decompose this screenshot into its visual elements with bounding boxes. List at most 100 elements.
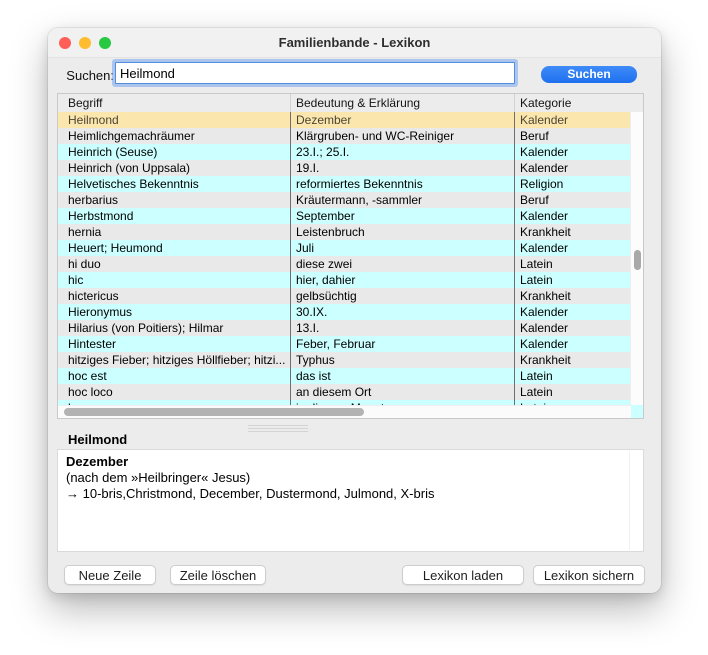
scrollbar-corner [631,405,643,418]
cell-kategorie: Krankheit [515,224,631,240]
column-header-bedeutung[interactable]: Bedeutung & Erklärung [291,94,515,112]
splitter-handle[interactable] [248,425,308,434]
cell-begriff: Heinrich (von Uppsala) [58,160,291,176]
table-row[interactable]: HeimlichgemachräumerKlärgruben- und WC-R… [58,128,631,144]
cell-bedeutung: Juli [291,240,515,256]
cell-bedeutung: 23.I.; 25.I. [291,144,515,160]
table-body: HeilmondDezemberKalenderHeimlichgemachrä… [58,112,643,418]
new-row-button[interactable]: Neue Zeile [64,565,156,585]
detail-textarea[interactable]: Dezember(nach dem »Heilbringer« Jesus)→ … [57,449,644,552]
cell-bedeutung: September [291,208,515,224]
table-row[interactable]: hi duodiese zweiLatein [58,256,631,272]
cell-begriff: Heilmond [58,112,291,128]
cell-bedeutung: diese zwei [291,256,515,272]
horizontal-scrollbar[interactable] [58,405,631,418]
cell-bedeutung: 19.I. [291,160,515,176]
cell-bedeutung: hier, dahier [291,272,515,288]
detail-line: → 10-bris,Christmond, December, Dustermo… [66,486,635,502]
cell-kategorie: Krankheit [515,288,631,304]
cell-begriff: Helvetisches Bekenntnis [58,176,291,192]
vertical-scrollbar[interactable] [630,112,643,418]
titlebar[interactable]: Familienbande - Lexikon [48,28,661,58]
lexicon-table: Begriff Bedeutung & Erklärung Kategorie … [57,93,644,419]
cell-kategorie: Kalender [515,240,631,256]
cell-bedeutung: Feber, Februar [291,336,515,352]
cell-kategorie: Kalender [515,144,631,160]
table-row[interactable]: HintesterFeber, FebruarKalender [58,336,631,352]
traffic-lights [59,37,111,49]
zoom-button[interactable] [99,37,111,49]
save-lexicon-button[interactable]: Lexikon sichern [533,565,645,585]
minimize-button[interactable] [79,37,91,49]
cell-bedeutung: das ist [291,368,515,384]
cell-bedeutung: Dezember [291,112,515,128]
cell-kategorie: Beruf [515,192,631,208]
table-row[interactable]: hoc estdas istLatein [58,368,631,384]
cell-kategorie: Religion [515,176,631,192]
cell-begriff: Heuert; Heumond [58,240,291,256]
table-row[interactable]: hoc locoan diesem OrtLatein [58,384,631,400]
table-row[interactable]: Heinrich (von Uppsala)19.I.Kalender [58,160,631,176]
cell-bedeutung: 30.IX. [291,304,515,320]
column-header-kategorie[interactable]: Kategorie [515,94,631,112]
cell-kategorie: Kalender [515,304,631,320]
cell-bedeutung: an diesem Ort [291,384,515,400]
vertical-scrollbar-thumb[interactable] [634,250,641,270]
table-row[interactable]: herniaLeistenbruchKrankheit [58,224,631,240]
close-button[interactable] [59,37,71,49]
cell-bedeutung: Typhus [291,352,515,368]
cell-begriff: Heinrich (Seuse) [58,144,291,160]
cell-kategorie: Kalender [515,160,631,176]
table-row[interactable]: Hieronymus30.IX.Kalender [58,304,631,320]
cell-kategorie: Kalender [515,320,631,336]
cell-kategorie: Latein [515,368,631,384]
table-row[interactable]: herbariusKräutermann, -sammlerBeruf [58,192,631,208]
cell-begriff: Heimlichgemachräumer [58,128,291,144]
cell-bedeutung: 13.I. [291,320,515,336]
cell-begriff: Hintester [58,336,291,352]
column-header-begriff[interactable]: Begriff [58,94,291,112]
detail-scrollbar-track [629,451,630,550]
load-lexicon-button[interactable]: Lexikon laden [402,565,524,585]
cell-kategorie: Latein [515,272,631,288]
table-row[interactable]: hichier, dahierLatein [58,272,631,288]
table-row[interactable]: Heuert; HeumondJuliKalender [58,240,631,256]
cell-kategorie: Kalender [515,336,631,352]
cell-bedeutung: Leistenbruch [291,224,515,240]
horizontal-scrollbar-thumb[interactable] [64,408,364,416]
detail-line: Dezember [66,454,635,470]
cell-bedeutung: reformiertes Bekenntnis [291,176,515,192]
cell-kategorie: Kalender [515,112,631,128]
delete-row-button[interactable]: Zeile löschen [170,565,266,585]
cell-begriff: hitziges Fieber; hitziges Höllfieber; hi… [58,352,291,368]
app-window: Familienbande - Lexikon Suchen: Suchen B… [48,28,661,593]
table-row[interactable]: HerbstmondSeptemberKalender [58,208,631,224]
table-row[interactable]: hitziges Fieber; hitziges Höllfieber; hi… [58,352,631,368]
cell-begriff: hi duo [58,256,291,272]
table-row[interactable]: Heinrich (Seuse)23.I.; 25.I.Kalender [58,144,631,160]
cell-begriff: hernia [58,224,291,240]
cell-begriff: herbarius [58,192,291,208]
cell-begriff: Herbstmond [58,208,291,224]
cell-begriff: Hieronymus [58,304,291,320]
table-rows: HeilmondDezemberKalenderHeimlichgemachrä… [58,112,631,416]
table-row[interactable]: Helvetisches Bekenntnisreformiertes Beke… [58,176,631,192]
table-row[interactable]: Hilarius (von Poitiers); Hilmar13.I.Kale… [58,320,631,336]
cell-bedeutung: gelbsüchtig [291,288,515,304]
detail-lines: Dezember(nach dem »Heilbringer« Jesus)→ … [66,454,635,502]
cell-begriff: Hilarius (von Poitiers); Hilmar [58,320,291,336]
search-label: Suchen: [56,68,114,83]
table-row[interactable]: hictericusgelbsüchtigKrankheit [58,288,631,304]
detail-line: (nach dem »Heilbringer« Jesus) [66,470,635,486]
table-row[interactable]: HeilmondDezemberKalender [58,112,631,128]
cell-begriff: hoc est [58,368,291,384]
search-button[interactable]: Suchen [541,66,637,83]
detail-title: Heilmond [68,432,127,447]
cell-bedeutung: Klärgruben- und WC-Reiniger [291,128,515,144]
cell-kategorie: Krankheit [515,352,631,368]
search-input[interactable] [115,62,515,84]
cell-begriff: hoc loco [58,384,291,400]
cell-bedeutung: Kräutermann, -sammler [291,192,515,208]
cell-kategorie: Latein [515,384,631,400]
cell-begriff: hictericus [58,288,291,304]
